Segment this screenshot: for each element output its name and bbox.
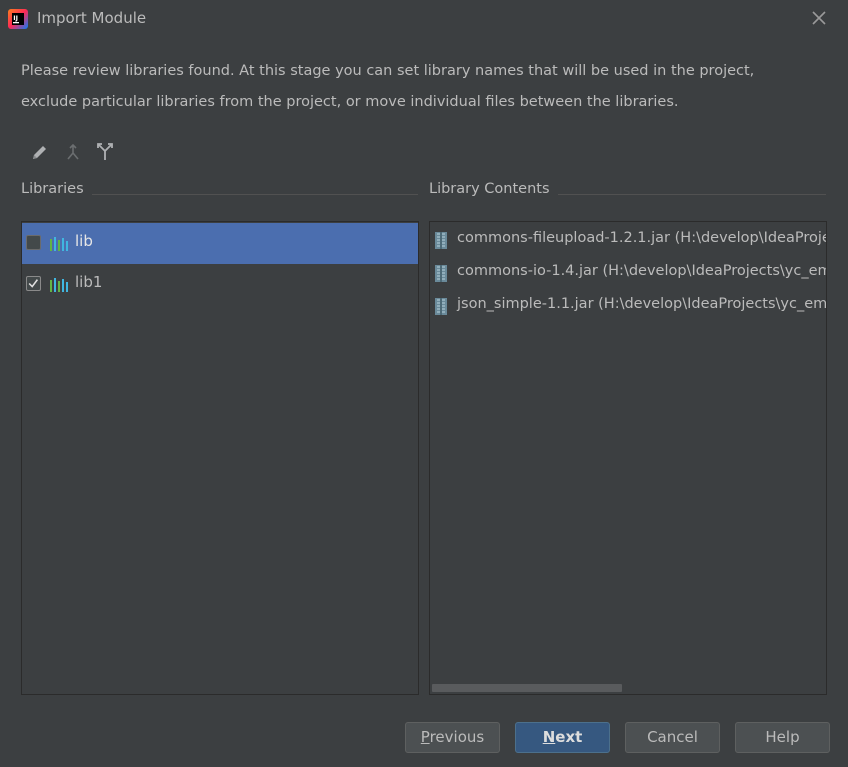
- description-line-1: Please review libraries found. At this s…: [21, 63, 755, 79]
- libraries-header: Libraries: [21, 181, 92, 197]
- jar-item[interactable]: commons-fileupload-1.2.1.jar (H:\develop…: [430, 223, 826, 256]
- jar-file-icon: [435, 232, 447, 249]
- library-checkbox[interactable]: [26, 276, 41, 291]
- library-contents-header: Library Contents: [429, 181, 558, 197]
- jar-label: commons-fileupload-1.2.1.jar (H:\develop…: [457, 230, 826, 246]
- library-icon: [50, 237, 68, 251]
- svg-text:IJ: IJ: [13, 14, 18, 22]
- intellij-idea-icon: IJ: [8, 9, 28, 29]
- close-icon[interactable]: [809, 8, 829, 28]
- next-button[interactable]: Next: [515, 722, 610, 753]
- horizontal-scrollbar[interactable]: [430, 684, 826, 694]
- library-contents-list[interactable]: commons-fileupload-1.2.1.jar (H:\develop…: [429, 221, 827, 695]
- library-label: lib1: [75, 273, 103, 291]
- library-checkbox[interactable]: [26, 235, 41, 250]
- help-button[interactable]: Help: [735, 722, 830, 753]
- previous-button[interactable]: Previous: [405, 722, 500, 753]
- library-label: lib: [75, 232, 93, 250]
- libraries-list[interactable]: lib lib1: [21, 221, 419, 695]
- cancel-button[interactable]: Cancel: [625, 722, 720, 753]
- library-icon: [50, 278, 68, 292]
- merge-icon[interactable]: [62, 141, 84, 163]
- jar-label: json_simple-1.1.jar (H:\develop\IdeaProj…: [457, 296, 827, 312]
- checkmark-icon: [28, 279, 39, 288]
- next-label: ext: [555, 728, 583, 746]
- jar-label: commons-io-1.4.jar (H:\develop\IdeaProje…: [457, 263, 827, 279]
- split-icon[interactable]: [94, 141, 116, 163]
- edit-icon[interactable]: [29, 141, 51, 163]
- horizontal-scrollbar-thumb[interactable]: [432, 684, 622, 692]
- next-mnemonic: N: [542, 728, 556, 746]
- library-item-lib[interactable]: lib: [22, 223, 418, 264]
- window-title: Import Module: [37, 9, 147, 27]
- title-bar: IJ Import Module: [0, 0, 848, 38]
- previous-mnemonic: P: [420, 728, 430, 746]
- description-line-2: exclude particular libraries from the pr…: [21, 94, 679, 110]
- jar-item[interactable]: json_simple-1.1.jar (H:\develop\IdeaProj…: [430, 289, 827, 322]
- jar-file-icon: [435, 265, 447, 282]
- library-item-lib1[interactable]: lib1: [22, 264, 418, 305]
- jar-file-icon: [435, 298, 447, 315]
- jar-item[interactable]: commons-io-1.4.jar (H:\develop\IdeaProje…: [430, 256, 827, 289]
- previous-label: revious: [429, 728, 485, 746]
